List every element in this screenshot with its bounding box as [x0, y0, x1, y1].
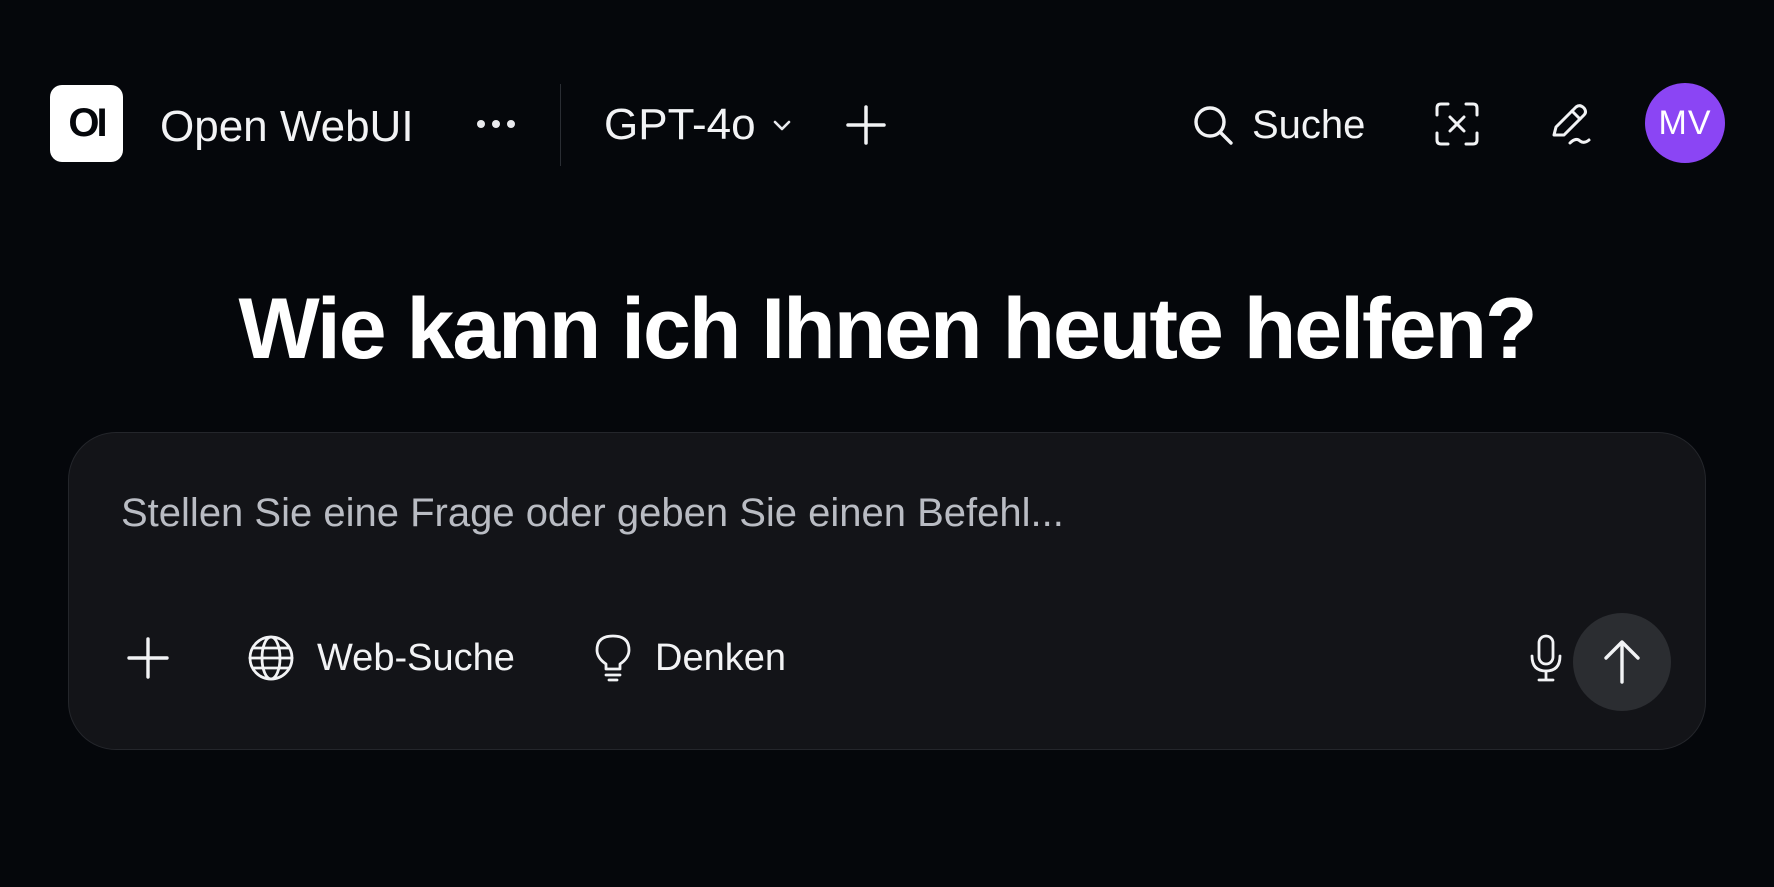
- model-selector[interactable]: GPT-4o: [604, 100, 794, 150]
- plus-icon: [126, 636, 170, 680]
- think-toggle[interactable]: Denken: [593, 631, 786, 685]
- message-input[interactable]: [121, 485, 1621, 541]
- model-name: GPT-4o: [604, 100, 756, 149]
- globe-icon: [247, 634, 295, 682]
- header-divider: [560, 84, 561, 166]
- chevron-down-icon: [770, 113, 794, 137]
- app-logo[interactable]: OI: [50, 85, 123, 162]
- arrow-up-icon: [1600, 639, 1644, 685]
- search-label: Suche: [1252, 102, 1366, 147]
- user-avatar[interactable]: MV: [1645, 83, 1725, 163]
- pencil-icon: [1546, 101, 1592, 147]
- top-bar: OI Open WebUI GPT-4o Suche MV: [0, 0, 1774, 250]
- voice-input-button[interactable]: [1521, 630, 1571, 686]
- greeting-heading: Wie kann ich Ihnen heute helfen?: [238, 281, 1537, 377]
- send-button[interactable]: [1573, 613, 1671, 711]
- app-title: Open WebUI: [160, 102, 414, 151]
- new-chat-button[interactable]: [842, 100, 890, 150]
- more-horizontal-icon: [476, 119, 516, 129]
- message-composer: Web-Suche Denken: [68, 432, 1706, 750]
- lightbulb-icon: [593, 633, 633, 683]
- web-search-toggle[interactable]: Web-Suche: [247, 631, 515, 685]
- edit-button[interactable]: [1542, 97, 1596, 151]
- microphone-icon: [1528, 633, 1564, 683]
- more-options-button[interactable]: [472, 106, 520, 142]
- temporary-chat-icon: [1434, 101, 1480, 147]
- app-window: OI Open WebUI GPT-4o Suche MV Wie kann i…: [0, 0, 1774, 887]
- attach-button[interactable]: [121, 631, 175, 685]
- search-icon: [1192, 104, 1234, 146]
- plus-icon: [845, 104, 887, 146]
- web-search-label: Web-Suche: [317, 636, 515, 679]
- search-button[interactable]: Suche: [1192, 100, 1365, 150]
- temporary-chat-button[interactable]: [1430, 97, 1484, 151]
- think-label: Denken: [655, 636, 786, 679]
